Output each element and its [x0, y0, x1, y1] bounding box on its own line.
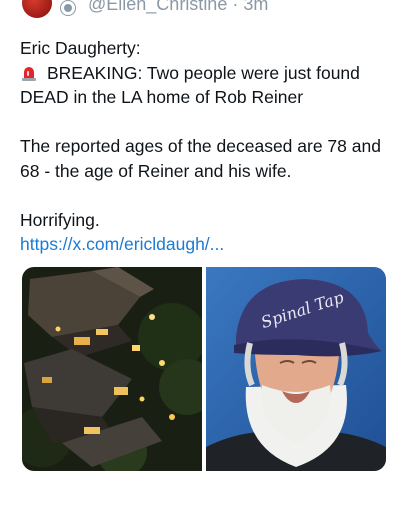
author-handle[interactable]: @Ellen_Christine · 3m: [88, 0, 268, 15]
aerial-house-image[interactable]: [22, 267, 202, 471]
tweet-header: @Ellen_Christine · 3m: [0, 0, 415, 18]
tweet-link[interactable]: https://x.com/ericldaugh/...: [20, 234, 224, 254]
action-bar: [22, 488, 392, 508]
author-line: Eric Daugherty:: [20, 38, 141, 58]
portrait-image[interactable]: Spinal Tap: [206, 267, 386, 471]
badge-icon: [60, 0, 76, 16]
siren-icon: [20, 64, 38, 82]
media-grid: Spinal Tap: [22, 267, 386, 471]
breaking-text: BREAKING: Two people were just found DEA…: [20, 62, 360, 108]
comment-line: Horrifying.: [20, 209, 100, 230]
avatar[interactable]: [22, 0, 52, 18]
tweet-body: Eric Daugherty: BREAKING: Two people wer…: [20, 36, 400, 257]
breaking-line: BREAKING: Two people were just found DEA…: [20, 61, 400, 110]
ages-line: The reported ages of the deceased are 78…: [20, 136, 381, 181]
